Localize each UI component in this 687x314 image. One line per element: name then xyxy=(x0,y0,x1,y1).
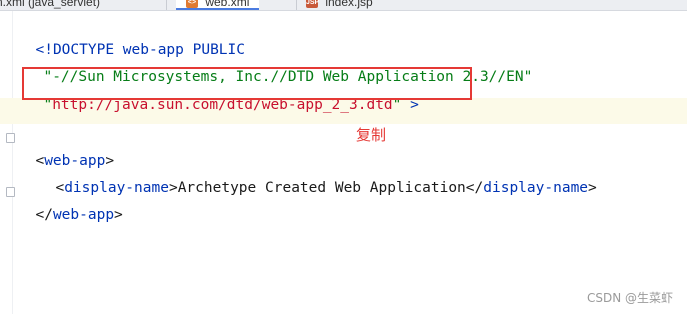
editor-gutter xyxy=(12,11,13,314)
code-line-web-app-close[interactable]: </web-app> xyxy=(18,182,122,223)
display-name-text: Archetype Created Web Application xyxy=(177,180,466,196)
tab-label: web.xml xyxy=(205,0,250,9)
tab-separator xyxy=(296,0,297,10)
tag-close-bracket: > xyxy=(168,180,178,196)
tab-separator xyxy=(166,0,167,10)
code-line-doctype[interactable]: <!DOCTYPE web-app PUBLIC xyxy=(18,17,245,58)
editor-tab-bar: n.xml (java_servlet) <> web.xml JSP inde… xyxy=(0,0,687,11)
xml-file-icon: <> xyxy=(186,0,198,8)
end-tag-close-bracket: > xyxy=(588,180,597,196)
end-tag-close-bracket: > xyxy=(114,207,123,223)
tab-label: index.jsp xyxy=(325,0,373,9)
end-tag-name-display-name: display-name xyxy=(483,180,589,196)
code-line-web-app-open[interactable]: <web-app> xyxy=(18,128,114,169)
end-tag-open-bracket: </ xyxy=(465,180,484,196)
copy-annotation: 复制 xyxy=(356,126,387,144)
jsp-file-icon: JSP xyxy=(306,0,319,8)
tab-index-jsp[interactable]: JSP index.jsp xyxy=(306,0,373,10)
end-tag-name-web-app: web-app xyxy=(52,207,115,223)
code-line-display-name[interactable]: <display-name>Archetype Created Web Appl… xyxy=(38,155,596,196)
tab-label: n.xml (java_servlet) xyxy=(0,0,101,9)
csdn-watermark: CSDN @生菜虾 xyxy=(586,291,673,305)
end-tag-open-bracket: </ xyxy=(35,207,53,223)
highlight-box xyxy=(22,67,472,100)
fold-close-icon[interactable] xyxy=(6,187,15,197)
tab-pom-xml[interactable]: n.xml (java_servlet) xyxy=(0,0,100,10)
tab-web-xml[interactable]: <> web.xml xyxy=(176,0,260,10)
fold-open-icon[interactable] xyxy=(6,133,15,143)
code-line-public-id[interactable]: "-//Sun Microsystems, Inc.//DTD Web Appl… xyxy=(26,44,532,85)
